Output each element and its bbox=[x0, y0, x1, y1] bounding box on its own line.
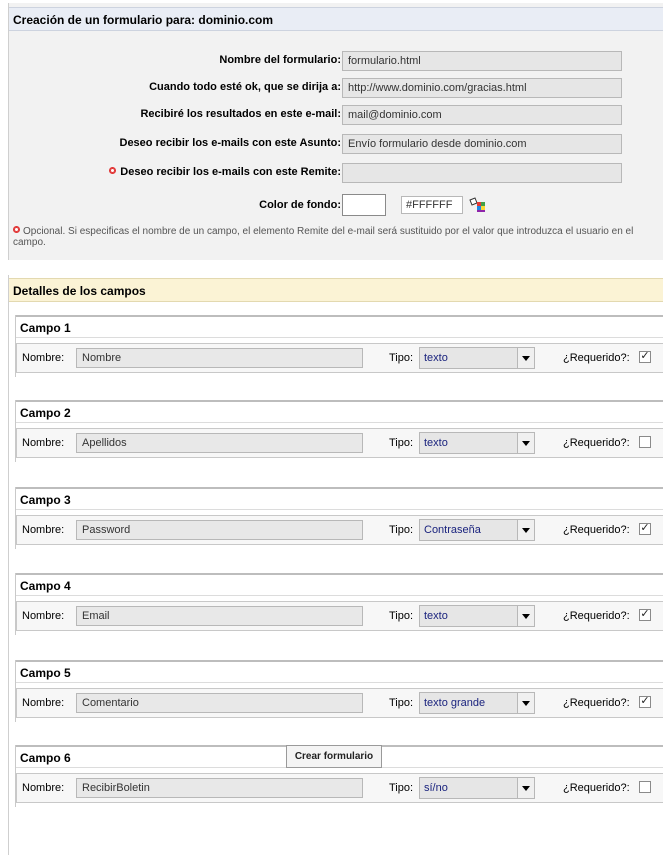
field-name-input[interactable]: Nombre bbox=[76, 348, 363, 368]
field-name-label: Nombre: bbox=[22, 352, 65, 364]
field-required-label: ¿Requerido?: bbox=[563, 782, 630, 794]
field-title: Campo 5 bbox=[16, 660, 663, 683]
field-type-value: texto bbox=[424, 352, 448, 364]
form-name-label: Nombre del formulario: bbox=[219, 54, 341, 66]
sender-input[interactable] bbox=[342, 163, 622, 183]
field-required-checkbox[interactable]: ✓ bbox=[639, 523, 651, 535]
field-type-value: texto bbox=[424, 610, 448, 622]
result-email-row: Recibiré los resultados en este e-mail: … bbox=[9, 105, 663, 125]
field-required-label: ¿Requerido?: bbox=[563, 524, 630, 536]
chevron-down-icon[interactable] bbox=[517, 693, 534, 713]
field-type-label: Tipo: bbox=[389, 697, 414, 709]
field-type-label: Tipo: bbox=[389, 352, 414, 364]
optional-note-text: Opcional. Si especificas el nombre de un… bbox=[13, 226, 634, 248]
field-type-label: Tipo: bbox=[389, 524, 414, 536]
optional-marker-icon bbox=[109, 167, 117, 174]
result-email-label: Recibiré los resultados en este e-mail: bbox=[140, 108, 341, 120]
field-block-1: Campo 1 Nombre: Nombre Tipo: texto ¿Requ… bbox=[15, 315, 663, 377]
field-name-input[interactable]: Email bbox=[76, 606, 363, 626]
bgcolor-swatch[interactable] bbox=[342, 194, 386, 216]
field-required-checkbox[interactable] bbox=[639, 781, 651, 793]
optional-marker-icon bbox=[13, 226, 20, 233]
field-details-title: Detalles de los campos bbox=[9, 278, 663, 302]
optional-note: Opcional. Si especificas el nombre de un… bbox=[13, 226, 653, 248]
result-email-input[interactable]: mail@dominio.com bbox=[342, 105, 622, 125]
field-name-label: Nombre: bbox=[22, 697, 65, 709]
field-required-checkbox[interactable]: ✓ bbox=[639, 609, 651, 621]
chevron-down-icon[interactable] bbox=[517, 778, 534, 798]
field-type-label: Tipo: bbox=[389, 610, 414, 622]
field-required-label: ¿Requerido?: bbox=[563, 697, 630, 709]
form-settings-panel: Creación de un formulario para: dominio.… bbox=[8, 3, 663, 260]
field-required-checkbox[interactable] bbox=[639, 436, 651, 448]
field-row: Nombre: Comentario Tipo: texto grande ¿R… bbox=[16, 688, 663, 718]
field-row: Nombre: Email Tipo: texto ¿Requerido?: ✓ bbox=[16, 601, 663, 631]
field-name-label: Nombre: bbox=[22, 437, 65, 449]
field-type-value: sí/no bbox=[424, 782, 448, 794]
sender-label-text: Deseo recibir los e-mails con este Remit… bbox=[120, 166, 341, 178]
sender-row: Deseo recibir los e-mails con este Remit… bbox=[9, 163, 663, 183]
field-row: Nombre: RecibirBoletin Tipo: sí/no ¿Requ… bbox=[16, 773, 663, 803]
field-row: Nombre: Nombre Tipo: texto ¿Requerido?: … bbox=[16, 343, 663, 373]
field-type-value: texto bbox=[424, 437, 448, 449]
subject-row: Deseo recibir los e-mails con este Asunt… bbox=[9, 134, 663, 154]
form-name-input[interactable]: formulario.html bbox=[342, 51, 622, 71]
field-required-checkbox[interactable]: ✓ bbox=[639, 351, 651, 363]
field-name-input[interactable]: RecibirBoletin bbox=[76, 778, 363, 798]
sender-label: Deseo recibir los e-mails con este Remit… bbox=[109, 166, 341, 178]
field-type-select[interactable]: texto bbox=[419, 605, 535, 627]
field-title: Campo 4 bbox=[16, 573, 663, 596]
field-row: Nombre: Password Tipo: Contraseña ¿Reque… bbox=[16, 515, 663, 545]
field-title: Campo 2 bbox=[16, 400, 663, 423]
color-picker-icon[interactable] bbox=[468, 197, 486, 213]
field-row: Nombre: Apellidos Tipo: texto ¿Requerido… bbox=[16, 428, 663, 458]
field-type-value: texto grande bbox=[424, 697, 486, 709]
field-type-select[interactable]: sí/no bbox=[419, 777, 535, 799]
redirect-url-label: Cuando todo esté ok, que se dirija a: bbox=[149, 81, 341, 93]
field-block-4: Campo 4 Nombre: Email Tipo: texto ¿Reque… bbox=[15, 573, 663, 635]
field-type-select[interactable]: Contraseña bbox=[419, 519, 535, 541]
field-required-label: ¿Requerido?: bbox=[563, 437, 630, 449]
field-name-label: Nombre: bbox=[22, 610, 65, 622]
field-type-label: Tipo: bbox=[389, 782, 414, 794]
create-form-button[interactable]: Crear formulario bbox=[286, 745, 382, 768]
subject-input[interactable]: Envío formulario desde dominio.com bbox=[342, 134, 622, 154]
field-name-input[interactable]: Comentario bbox=[76, 693, 363, 713]
subject-label: Deseo recibir los e-mails con este Asunt… bbox=[119, 137, 342, 149]
field-name-input[interactable]: Password bbox=[76, 520, 363, 540]
redirect-url-row: Cuando todo esté ok, que se dirija a: ht… bbox=[9, 78, 663, 98]
field-details-panel: Detalles de los campos Campo 1 Nombre: N… bbox=[8, 275, 663, 855]
chevron-down-icon[interactable] bbox=[517, 606, 534, 626]
form-settings-title: Creación de un formulario para: dominio.… bbox=[9, 7, 663, 31]
form-name-row: Nombre del formulario: formulario.html bbox=[9, 51, 663, 71]
field-type-label: Tipo: bbox=[389, 437, 414, 449]
field-name-input[interactable]: Apellidos bbox=[76, 433, 363, 453]
chevron-down-icon[interactable] bbox=[517, 520, 534, 540]
field-name-label: Nombre: bbox=[22, 524, 65, 536]
chevron-down-icon[interactable] bbox=[517, 433, 534, 453]
field-type-select[interactable]: texto bbox=[419, 347, 535, 369]
field-title: Campo 1 bbox=[16, 315, 663, 338]
field-block-3: Campo 3 Nombre: Password Tipo: Contraseñ… bbox=[15, 487, 663, 549]
field-required-checkbox[interactable]: ✓ bbox=[639, 696, 651, 708]
field-type-value: Contraseña bbox=[424, 524, 481, 536]
field-required-label: ¿Requerido?: bbox=[563, 352, 630, 364]
bgcolor-row: Color de fondo: #FFFFFF bbox=[9, 194, 663, 218]
bgcolor-label: Color de fondo: bbox=[259, 199, 341, 211]
field-type-select[interactable]: texto bbox=[419, 432, 535, 454]
bgcolor-hex-input[interactable]: #FFFFFF bbox=[401, 196, 463, 214]
field-name-label: Nombre: bbox=[22, 782, 65, 794]
field-type-select[interactable]: texto grande bbox=[419, 692, 535, 714]
field-block-2: Campo 2 Nombre: Apellidos Tipo: texto ¿R… bbox=[15, 400, 663, 462]
redirect-url-input[interactable]: http://www.dominio.com/gracias.html bbox=[342, 78, 622, 98]
field-required-label: ¿Requerido?: bbox=[563, 610, 630, 622]
chevron-down-icon[interactable] bbox=[517, 348, 534, 368]
field-block-5: Campo 5 Nombre: Comentario Tipo: texto g… bbox=[15, 660, 663, 722]
field-title: Campo 3 bbox=[16, 487, 663, 510]
